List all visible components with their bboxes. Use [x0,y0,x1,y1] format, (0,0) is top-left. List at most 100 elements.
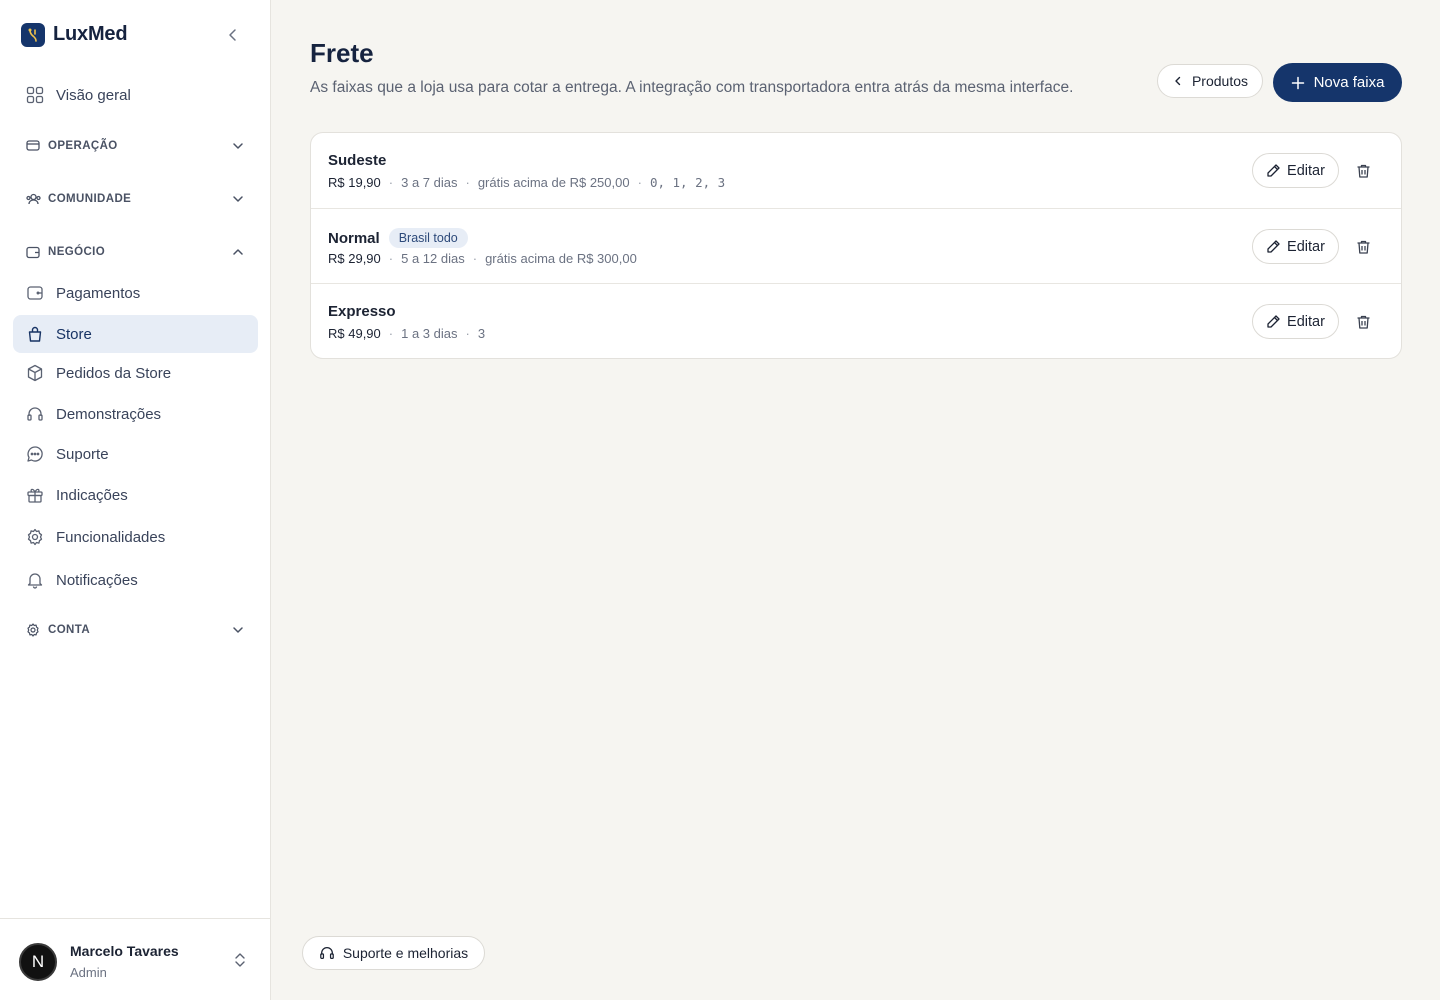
collapse-sidebar-button[interactable] [222,24,244,46]
avatar: N [19,943,57,981]
chevron-up-icon [233,249,243,255]
group-operacao[interactable]: OPERAÇÃO [13,131,258,161]
delete-button[interactable] [1353,312,1373,332]
brand-logo-icon [21,22,45,47]
chevron-down-icon [233,143,243,149]
range-price: R$ 19,90 [328,175,381,190]
sidebar: LuxMed Visão geral OPERAÇÃO COMUNIDADE N… [0,0,271,1000]
sidebar-item-store[interactable]: Store [13,315,258,353]
delete-button[interactable] [1353,237,1373,257]
range-name-text: Sudeste [328,152,387,169]
sidebar-item-label: Funcionalidades [56,528,166,546]
range-codes: 0, 1, 2, 3 [649,175,726,190]
settings-icon [25,622,41,638]
range-name: Sudeste [328,152,386,169]
range-free-threshold: grátis acima de R$ 250,00 [477,175,630,190]
button-label: Produtos [1191,73,1249,89]
range-name: Normal Brasil todo [328,228,468,248]
button-label: Editar [1287,238,1325,255]
range-price: R$ 29,90 [328,251,381,266]
trash-icon [1357,164,1369,178]
page-subtitle: As faixas que a loja usa para cotar a en… [310,79,1074,96]
headset-icon [25,404,45,424]
back-to-products-button[interactable]: Produtos [1157,64,1263,98]
sidebar-item-label: Store [56,325,92,343]
new-range-button[interactable]: Nova faixa [1273,63,1402,102]
sidebar-item-label: Suporte [56,445,109,463]
headset-icon [319,947,334,959]
plus-icon [1291,76,1304,89]
list-item: Expresso R$ 49,90 · 1 a 3 dias · 3 Edita… [311,283,1401,358]
sidebar-item-label: Pagamentos [56,284,141,302]
group-conta[interactable]: CONTA [13,615,258,645]
group-label: OPERAÇÃO [48,140,118,152]
range-price: R$ 49,90 [328,326,381,341]
sidebar-item-label: Indicações [56,486,128,504]
pencil-icon [1267,164,1280,177]
button-label: Editar [1287,162,1325,179]
shipping-ranges-list: Sudeste R$ 19,90 · 3 a 7 dias · grátis a… [310,132,1402,359]
range-details: R$ 29,90 · 5 a 12 dias · grátis acima de… [328,251,637,266]
page-title: Frete [310,38,374,68]
package-icon [25,363,45,383]
chevron-left-icon [1175,76,1181,86]
range-name: Expresso [328,303,396,320]
chat-icon [25,444,45,464]
group-comunidade[interactable]: COMUNIDADE [13,184,258,214]
button-label: Nova faixa [1313,74,1385,91]
range-codes: 3 [477,326,486,341]
gear-icon [25,527,45,547]
gift-icon [25,485,45,505]
range-name-text: Normal [328,229,380,247]
grid-icon [25,85,45,105]
brand-name: LuxMed [53,23,128,45]
support-feedback-button[interactable]: Suporte e melhorias [302,936,485,970]
range-days: 3 a 7 dias [401,175,458,190]
range-days: 5 a 12 dias [401,251,465,266]
chevron-down-icon [233,627,243,633]
briefcase-icon [25,244,41,260]
edit-button[interactable]: Editar [1252,229,1339,264]
sidebar-item-label: Notificações [56,571,138,589]
trash-icon [1357,315,1369,329]
edit-button[interactable]: Editar [1252,304,1339,339]
user-name: Marcelo Tavares [70,943,179,959]
wallet-icon [25,283,45,303]
chevron-left-icon [229,29,236,41]
group-label: COMUNIDADE [48,193,132,205]
button-label: Editar [1287,313,1325,330]
users-icon [25,191,41,207]
brand[interactable]: LuxMed [21,22,128,47]
coverage-badge: Brasil todo [388,228,468,248]
range-free-threshold: grátis acima de R$ 300,00 [485,251,637,266]
sidebar-item-overview[interactable]: Visão geral [13,76,258,114]
list-item: Normal Brasil todo R$ 29,90 · 5 a 12 dia… [311,208,1401,283]
truck-icon [25,138,41,154]
pencil-icon [1267,315,1280,328]
range-details: R$ 19,90 · 3 a 7 dias · grátis acima de … [328,175,726,190]
bell-icon [25,570,45,590]
sidebar-item-label: Visão geral [56,86,131,104]
sidebar-item-pagamentos[interactable]: Pagamentos [13,274,258,312]
list-item: Sudeste R$ 19,90 · 3 a 7 dias · grátis a… [311,133,1401,208]
pencil-icon [1267,240,1280,253]
sidebar-item-demonstracoes[interactable]: Demonstrações [13,395,258,433]
range-name-text: Expresso [328,303,396,320]
sidebar-item-indicacoes[interactable]: Indicações [13,476,258,514]
sidebar-item-suporte[interactable]: Suporte [13,435,258,473]
sidebar-item-funcionalidades[interactable]: Funcionalidades [13,518,258,556]
user-role: Admin [70,965,107,980]
chevrons-up-down-icon[interactable] [231,951,249,969]
delete-button[interactable] [1353,161,1373,181]
trash-icon [1357,240,1369,254]
group-label: CONTA [48,624,91,636]
sidebar-item-notificacoes[interactable]: Notificações [13,561,258,599]
range-days: 1 a 3 dias [401,326,458,341]
sidebar-item-pedidos[interactable]: Pedidos da Store [13,354,258,392]
edit-button[interactable]: Editar [1252,153,1339,188]
user-menu[interactable]: N Marcelo Tavares Admin [0,918,270,1000]
group-label: NEGÓCIO [48,246,106,258]
group-negocio[interactable]: NEGÓCIO [13,237,258,267]
shopping-bag-icon [25,324,45,344]
button-label: Suporte e melhorias [342,945,469,961]
